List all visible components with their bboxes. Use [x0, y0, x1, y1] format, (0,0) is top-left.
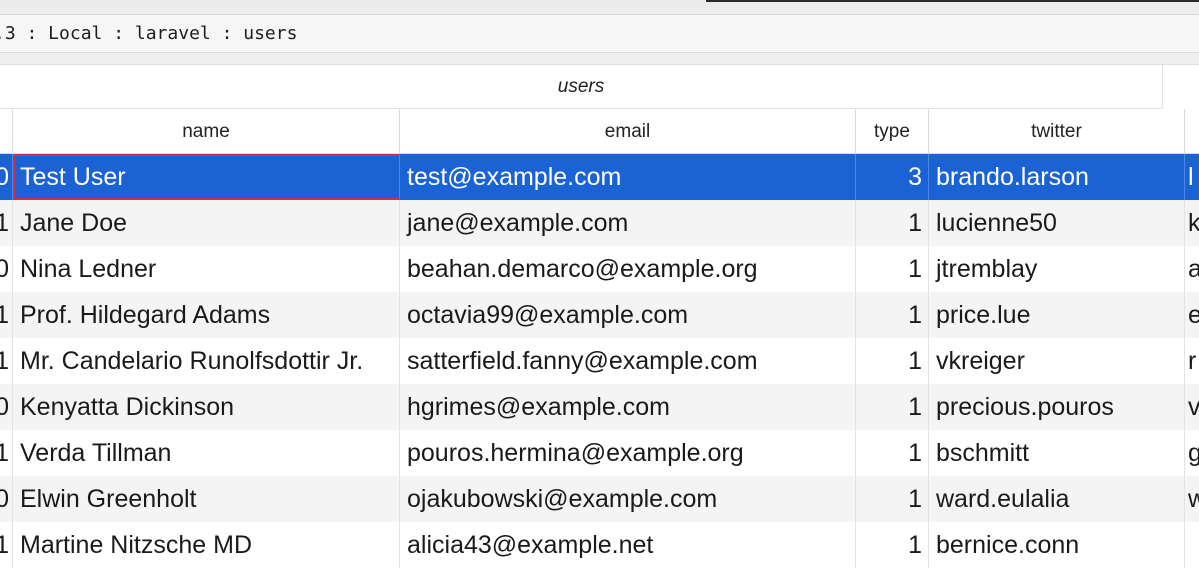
table-row[interactable]: 0Kenyatta Dickinsonhgrimes@example.com1p…: [0, 384, 1199, 430]
cell-type[interactable]: 3: [856, 154, 929, 200]
cell-email[interactable]: pouros.hermina@example.org: [400, 430, 856, 476]
cell-email[interactable]: ojakubowski@example.com: [400, 476, 856, 522]
cell-lead[interactable]: 1: [0, 430, 13, 476]
cell-lead[interactable]: 1: [0, 522, 13, 568]
cell-next[interactable]: [1185, 522, 1199, 568]
cell-email[interactable]: test@example.com: [400, 154, 856, 200]
column-header-type[interactable]: type: [856, 109, 929, 153]
column-header-next[interactable]: [1185, 109, 1199, 153]
table-title: users: [0, 65, 1162, 109]
table-row[interactable]: 0Nina Lednerbeahan.demarco@example.org1j…: [0, 246, 1199, 292]
cell-email[interactable]: beahan.demarco@example.org: [400, 246, 856, 292]
cell-type[interactable]: 1: [856, 338, 929, 384]
cell-next[interactable]: e: [1185, 292, 1199, 338]
cell-name[interactable]: Prof. Hildegard Adams: [13, 292, 400, 338]
cell-name[interactable]: Martine Nitzsche MD: [13, 522, 400, 568]
table-row[interactable]: 1Jane Doejane@example.com1lucienne50k: [0, 200, 1199, 246]
cell-email[interactable]: octavia99@example.com: [400, 292, 856, 338]
cell-twitter[interactable]: bernice.conn: [929, 522, 1185, 568]
active-tab-edge: [706, 0, 1199, 2]
cell-next[interactable]: a: [1185, 246, 1199, 292]
window-top-strip: [0, 0, 1199, 15]
column-header-twitter[interactable]: twitter: [929, 109, 1185, 153]
cell-type[interactable]: 1: [856, 246, 929, 292]
table-row[interactable]: 1Mr. Candelario Runolfsdottir Jr.satterf…: [0, 338, 1199, 384]
cell-next[interactable]: k: [1185, 200, 1199, 246]
table-row[interactable]: 1Verda Tillmanpouros.hermina@example.org…: [0, 430, 1199, 476]
cell-next[interactable]: r: [1185, 338, 1199, 384]
cell-name[interactable]: Kenyatta Dickinson: [13, 384, 400, 430]
cell-twitter[interactable]: vkreiger: [929, 338, 1185, 384]
table-row[interactable]: 1Martine Nitzsche MDalicia43@example.net…: [0, 522, 1199, 568]
cell-next[interactable]: g: [1185, 430, 1199, 476]
cell-lead[interactable]: 0: [0, 154, 13, 200]
column-header-email[interactable]: email: [400, 109, 856, 153]
cell-next[interactable]: v: [1185, 384, 1199, 430]
cell-name[interactable]: Elwin Greenholt: [13, 476, 400, 522]
table-row[interactable]: 0Test Usertest@example.com3brando.larson…: [0, 154, 1199, 200]
cell-type[interactable]: 1: [856, 476, 929, 522]
cell-name[interactable]: Nina Ledner: [13, 246, 400, 292]
cell-type[interactable]: 1: [856, 384, 929, 430]
cell-twitter[interactable]: bschmitt: [929, 430, 1185, 476]
cell-lead[interactable]: 0: [0, 476, 13, 522]
cell-lead[interactable]: 1: [0, 292, 13, 338]
title-divider: [1162, 65, 1163, 109]
cell-email[interactable]: jane@example.com: [400, 200, 856, 246]
cell-lead[interactable]: 1: [0, 338, 13, 384]
cell-lead[interactable]: 1: [0, 200, 13, 246]
table-row[interactable]: 0Elwin Greenholtojakubowski@example.com1…: [0, 476, 1199, 522]
cell-name[interactable]: Mr. Candelario Runolfsdottir Jr.: [13, 338, 400, 384]
cell-twitter[interactable]: lucienne50: [929, 200, 1185, 246]
cell-name[interactable]: Jane Doe: [13, 200, 400, 246]
cell-type[interactable]: 1: [856, 200, 929, 246]
cell-twitter[interactable]: brando.larson: [929, 154, 1185, 200]
cell-twitter[interactable]: price.lue: [929, 292, 1185, 338]
cell-next[interactable]: l: [1185, 154, 1199, 200]
cell-email[interactable]: hgrimes@example.com: [400, 384, 856, 430]
cell-type[interactable]: 1: [856, 430, 929, 476]
cell-email[interactable]: satterfield.fanny@example.com: [400, 338, 856, 384]
toolbar-gap: [0, 53, 1199, 65]
cell-type[interactable]: 1: [856, 292, 929, 338]
cell-lead[interactable]: 0: [0, 384, 13, 430]
breadcrumb-bar: .3 : Local : laravel : users: [0, 15, 1199, 53]
breadcrumb[interactable]: .3 : Local : laravel : users: [0, 23, 297, 44]
column-header-name[interactable]: name: [13, 109, 400, 153]
cell-twitter[interactable]: jtremblay: [929, 246, 1185, 292]
cell-twitter[interactable]: precious.pouros: [929, 384, 1185, 430]
column-header-row: name email type twitter: [0, 109, 1199, 154]
cell-next[interactable]: w: [1185, 476, 1199, 522]
cell-name[interactable]: Verda Tillman: [13, 430, 400, 476]
table-row[interactable]: 1Prof. Hildegard Adamsoctavia99@example.…: [0, 292, 1199, 338]
cell-type[interactable]: 1: [856, 522, 929, 568]
column-header-lead[interactable]: [0, 109, 13, 153]
cell-lead[interactable]: 0: [0, 246, 13, 292]
cell-email[interactable]: alicia43@example.net: [400, 522, 856, 568]
cell-name[interactable]: Test User: [13, 154, 400, 200]
cell-twitter[interactable]: ward.eulalia: [929, 476, 1185, 522]
